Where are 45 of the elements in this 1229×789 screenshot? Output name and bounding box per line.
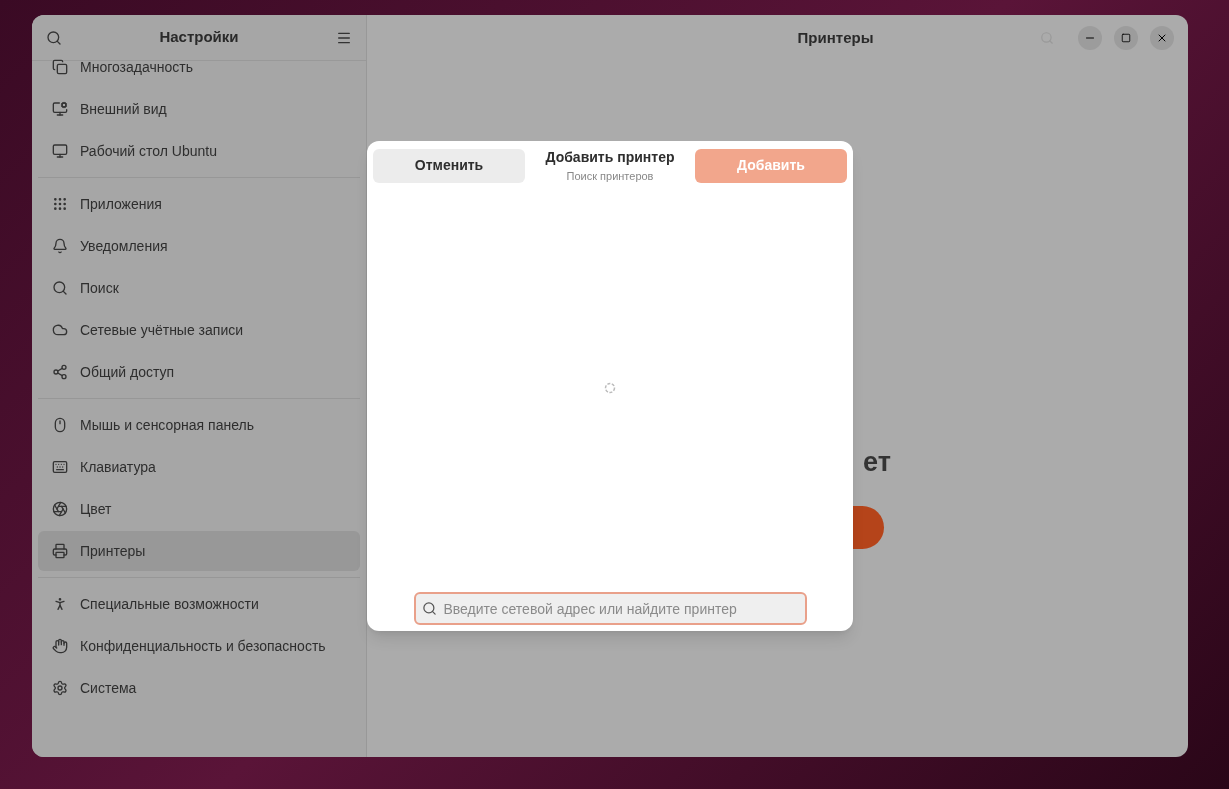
search-icon <box>52 280 68 296</box>
square-icon <box>1121 33 1131 43</box>
printer-search-field[interactable]: Введите сетевой адрес или найдите принтер <box>413 592 807 625</box>
sidebar-title: Настройки <box>159 27 239 48</box>
search-button[interactable] <box>46 29 62 46</box>
sidebar-item[interactable]: Уведомления <box>38 226 360 266</box>
sidebar-item[interactable]: Приложения <box>38 184 360 224</box>
sidebar-item[interactable]: Специальные возможности <box>38 584 360 624</box>
sidebar-item[interactable]: Система <box>38 668 360 708</box>
monitor-icon <box>52 101 68 117</box>
gear-icon <box>52 680 68 696</box>
mouse-icon <box>52 417 68 433</box>
cancel-button[interactable]: Отменить <box>373 148 525 183</box>
monitor-icon <box>52 143 68 159</box>
minimize-button[interactable] <box>1078 26 1102 50</box>
grid-icon <box>52 196 68 212</box>
cloud-icon <box>52 322 68 338</box>
hand-icon <box>52 638 68 654</box>
page-heading: ет <box>863 449 891 476</box>
person-icon <box>52 596 68 612</box>
sidebar-item[interactable]: Сетевые учётные записи <box>38 310 360 350</box>
windows-icon <box>52 59 68 75</box>
close-button[interactable] <box>1150 26 1174 50</box>
maximize-button[interactable] <box>1114 26 1138 50</box>
page-title: Принтеры <box>797 27 874 48</box>
sidebar-item[interactable]: Цвет <box>38 489 360 529</box>
dialog-title: Добавить принтер <box>545 148 675 167</box>
sidebar-item[interactable]: Рабочий стол Ubuntu <box>38 131 360 171</box>
sidebar-item[interactable]: Внешний вид <box>38 89 360 129</box>
sidebar-item[interactable]: Общий доступ <box>38 352 360 392</box>
bell-icon <box>52 238 68 254</box>
sidebar-item[interactable]: Принтеры <box>38 531 360 571</box>
sidebar-item[interactable]: Мышь и сенсорная панель <box>38 405 360 445</box>
sidebar-item[interactable]: Поиск <box>38 268 360 308</box>
search-icon <box>421 601 437 616</box>
close-icon <box>1156 32 1168 44</box>
color-wheel-icon <box>52 501 68 517</box>
share-icon <box>52 364 68 380</box>
loading-spinner-icon <box>604 382 616 395</box>
sidebar-item[interactable]: Клавиатура <box>38 447 360 487</box>
keyboard-icon <box>52 459 68 475</box>
sidebar-item[interactable]: Конфиденциальность и безопасность <box>38 626 360 666</box>
dialog-subtitle: Поиск принтеров <box>566 169 654 184</box>
printer-icon <box>52 543 68 559</box>
sidebar-item[interactable]: Многозадачность <box>38 47 360 87</box>
